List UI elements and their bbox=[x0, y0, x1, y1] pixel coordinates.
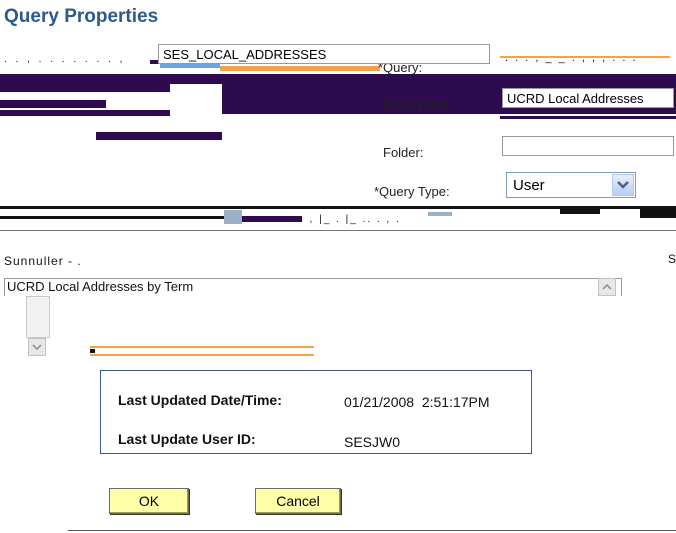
artifact-text: . , |_ . |_ .. . , . bbox=[300, 214, 401, 225]
last-user-label: Last Update User ID: bbox=[118, 431, 256, 447]
artifact-bar bbox=[0, 100, 106, 108]
artifact-bar bbox=[0, 74, 676, 84]
query-type-value: User bbox=[513, 176, 545, 194]
artifact-bar bbox=[560, 208, 600, 214]
scroll-down-button[interactable] bbox=[28, 338, 46, 356]
artifact-bar bbox=[224, 210, 242, 224]
bottom-divider bbox=[68, 530, 676, 531]
chevron-up-icon bbox=[602, 283, 612, 290]
long-description-textarea[interactable]: UCRD Local Addresses by Term bbox=[4, 278, 622, 296]
artifact-bar bbox=[90, 346, 314, 348]
query-type-select[interactable]: User bbox=[506, 172, 636, 198]
artifact-bar bbox=[0, 84, 170, 92]
artifact-bar bbox=[0, 110, 170, 116]
artifact-text: S bbox=[668, 252, 676, 266]
last-updated-label: Last Updated Date/Time: bbox=[118, 392, 282, 408]
page-title: Query Properties bbox=[4, 6, 159, 27]
ok-button[interactable]: OK bbox=[109, 488, 189, 514]
chevron-down-icon[interactable] bbox=[612, 174, 634, 196]
description-label: Description: bbox=[383, 97, 452, 112]
query-name-input[interactable] bbox=[158, 44, 490, 64]
artifact-bar bbox=[26, 296, 50, 338]
description-input[interactable] bbox=[502, 88, 674, 108]
artifact-bar bbox=[500, 116, 676, 119]
query-type-label: *Query Type: bbox=[374, 184, 450, 199]
long-description-text: UCRD Local Addresses by Term bbox=[7, 279, 194, 294]
folder-label: Folder: bbox=[383, 145, 424, 160]
artifact-bar bbox=[90, 349, 95, 353]
artifact-bar bbox=[0, 230, 676, 231]
artifact-text: . . , . . . . . . . , bbox=[4, 54, 126, 64]
cancel-button[interactable]: Cancel bbox=[255, 488, 341, 514]
artifact-bar bbox=[220, 66, 380, 71]
chevron-down-icon bbox=[32, 344, 42, 351]
last-user-value: SESJW0 bbox=[344, 434, 401, 450]
last-updated-value: 01/21/2008 2:51:17PM bbox=[344, 394, 490, 410]
folder-input[interactable] bbox=[502, 136, 674, 156]
artifact-text: Sunnuller - . bbox=[4, 254, 82, 268]
scroll-up-button[interactable] bbox=[598, 278, 616, 296]
artifact-bar bbox=[96, 132, 222, 140]
artifact-bar bbox=[242, 216, 302, 222]
last-update-info-box: Last Updated Date/Time: 01/21/2008 2:51:… bbox=[100, 370, 532, 454]
artifact-bar bbox=[0, 216, 240, 219]
artifact-bar bbox=[640, 206, 676, 218]
artifact-bar bbox=[90, 354, 314, 356]
artifact-text: . . . , _ _ . , , , . . . bbox=[505, 52, 638, 64]
